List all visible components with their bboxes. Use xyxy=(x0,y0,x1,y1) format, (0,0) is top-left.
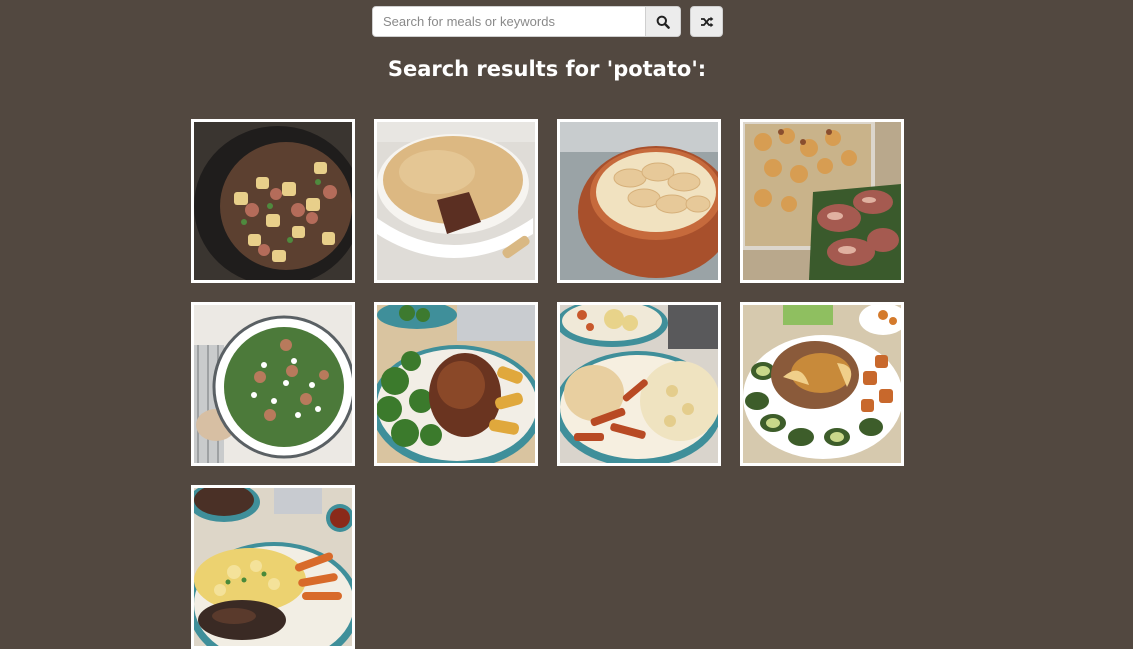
shuffle-icon xyxy=(700,16,713,27)
results-title: Search results for 'potato': xyxy=(387,57,707,81)
meal-thumbnail xyxy=(377,305,535,463)
search-button[interactable] xyxy=(645,7,680,36)
meal-thumbnail xyxy=(194,488,352,646)
meal-card[interactable] xyxy=(191,485,355,649)
meal-card[interactable] xyxy=(740,119,904,283)
random-meal-button[interactable] xyxy=(690,6,723,37)
meal-card[interactable] xyxy=(374,119,538,283)
meal-card[interactable] xyxy=(374,302,538,466)
meal-thumbnail xyxy=(743,122,901,280)
meal-card[interactable] xyxy=(191,302,355,466)
search-input[interactable] xyxy=(373,7,645,36)
meal-card[interactable] xyxy=(191,119,355,283)
meal-thumbnail xyxy=(377,122,535,280)
meal-thumbnail xyxy=(194,122,352,280)
meal-card[interactable] xyxy=(557,119,721,283)
meal-thumbnail xyxy=(743,305,901,463)
meal-thumbnail xyxy=(194,305,352,463)
meal-results-grid xyxy=(191,119,911,649)
search-group xyxy=(372,6,681,37)
search-icon xyxy=(656,15,670,29)
meal-card[interactable] xyxy=(557,302,721,466)
meal-card[interactable] xyxy=(740,302,904,466)
meal-thumbnail xyxy=(560,122,718,280)
meal-thumbnail xyxy=(560,305,718,463)
search-bar xyxy=(372,6,723,37)
